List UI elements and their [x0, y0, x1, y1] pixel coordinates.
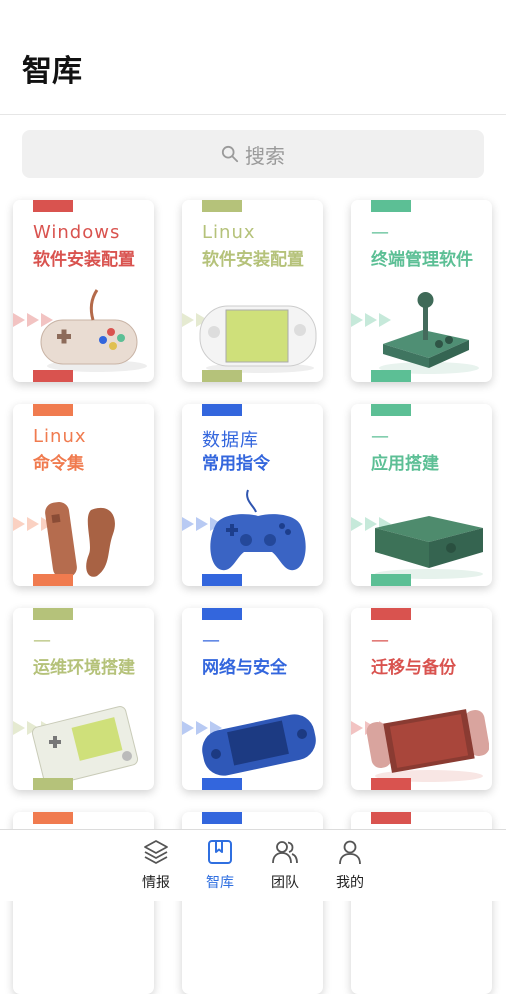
- bookmark-icon: [208, 840, 232, 864]
- library-card[interactable]: — 运维环境搭建: [13, 608, 154, 790]
- card-tab-top: [202, 608, 242, 620]
- card-tab-bottom: [202, 778, 242, 790]
- switch-console-icon: [196, 284, 320, 376]
- card-subtitle: Linux: [33, 426, 87, 447]
- snes-controller-icon: [27, 284, 151, 376]
- page-header: 智库: [0, 0, 506, 115]
- arcade-joystick-icon: [365, 284, 489, 376]
- card-tab-top: [33, 404, 73, 416]
- card-subtitle: —: [202, 630, 221, 651]
- tab-me[interactable]: 我的: [320, 838, 380, 896]
- library-card[interactable]: — 终端管理软件: [351, 200, 492, 382]
- card-tab-top: [202, 812, 242, 824]
- gameboy-icon: [27, 692, 151, 786]
- card-subtitle: —: [371, 630, 390, 651]
- search-placeholder: 搜索: [245, 143, 285, 168]
- card-tab-top: [371, 812, 411, 824]
- card-title: 软件安装配置: [33, 250, 135, 270]
- library-card[interactable]: Linux 命令集: [13, 404, 154, 586]
- card-subtitle: —: [371, 426, 390, 447]
- library-card[interactable]: Windows 软件安装配置: [13, 200, 154, 382]
- nintendo-switch-icon: [365, 692, 490, 784]
- card-subtitle: —: [33, 630, 52, 651]
- card-tab-top: [202, 404, 242, 416]
- card-tab-bottom: [371, 370, 411, 382]
- library-card[interactable]: — 网络与安全: [182, 608, 323, 790]
- xbox-console-icon: [365, 488, 489, 580]
- card-title: 常用指令: [202, 454, 270, 474]
- card-tab-top: [371, 200, 411, 212]
- card-tab-top: [33, 608, 73, 620]
- card-tab-bottom: [33, 778, 73, 790]
- card-subtitle: Linux: [202, 222, 256, 243]
- tab-label: 我的: [336, 875, 364, 891]
- gamepad-icon: [196, 488, 320, 580]
- tab-team[interactable]: 团队: [255, 838, 315, 896]
- search-icon: [221, 145, 239, 163]
- page-title: 智库: [22, 54, 82, 89]
- library-card[interactable]: Linux 软件安装配置: [182, 200, 323, 382]
- psp-icon: [196, 692, 320, 784]
- card-tab-top: [371, 404, 411, 416]
- card-tab-bottom: [33, 370, 73, 382]
- wii-remote-icon: [27, 488, 151, 580]
- card-title: 迁移与备份: [371, 658, 456, 678]
- card-title: 运维环境搭建: [33, 658, 135, 678]
- card-tab-bottom: [202, 370, 242, 382]
- card-tab-bottom: [202, 574, 242, 586]
- card-title: 命令集: [33, 454, 84, 474]
- card-tab-top: [371, 608, 411, 620]
- card-tab-bottom: [371, 778, 411, 790]
- tab-library[interactable]: 智库: [190, 838, 250, 896]
- library-card[interactable]: — 应用搭建: [351, 404, 492, 586]
- card-tab-bottom: [371, 574, 411, 586]
- layers-icon: [144, 840, 168, 864]
- card-tab-top: [33, 812, 73, 824]
- bottom-tab-bar: 情报 智库 团队 我的: [0, 829, 506, 901]
- card-subtitle: —: [371, 222, 390, 243]
- card-title: 应用搭建: [371, 454, 439, 474]
- card-subtitle: Windows: [33, 222, 121, 243]
- tab-label: 情报: [142, 875, 170, 891]
- card-tab-top: [33, 200, 73, 212]
- card-title: 软件安装配置: [202, 250, 304, 270]
- card-title: 终端管理软件: [371, 250, 473, 270]
- library-card[interactable]: 数据库 常用指令: [182, 404, 323, 586]
- search-bar[interactable]: 搜索: [22, 130, 484, 178]
- tab-label: 智库: [206, 875, 234, 891]
- card-tab-top: [202, 200, 242, 212]
- user-icon: [339, 840, 361, 865]
- card-tab-bottom: [33, 574, 73, 586]
- team-icon: [272, 841, 298, 864]
- tab-label: 团队: [271, 875, 299, 891]
- card-title: 网络与安全: [202, 658, 287, 678]
- tab-intel[interactable]: 情报: [126, 838, 186, 896]
- library-card[interactable]: — 迁移与备份: [351, 608, 492, 790]
